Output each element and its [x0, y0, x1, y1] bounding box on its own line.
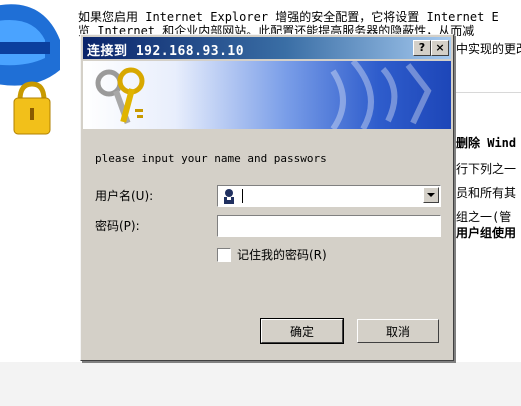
login-dialog: 连接到 192.168.93.10 ? × please input your … [80, 34, 454, 361]
dialog-titlebar[interactable]: 连接到 192.168.93.10 ? × [83, 37, 451, 59]
close-button[interactable]: × [431, 40, 449, 56]
cancel-button[interactable]: 取消 [357, 319, 439, 343]
keys-icon [95, 67, 145, 124]
bg-footer [0, 362, 521, 406]
remember-password-label[interactable]: 记住我的密码(R) [237, 246, 327, 263]
lock-icon [13, 81, 51, 135]
bg-fragment: 员和所有其 [456, 186, 517, 200]
remember-password-checkbox[interactable] [217, 248, 231, 262]
chevron-down-icon[interactable] [423, 187, 439, 203]
login-prompt: please input your name and passwors [95, 152, 327, 165]
bg-fragment: 删除 Wind [456, 136, 517, 150]
text-cursor [242, 189, 243, 203]
dialog-title: 连接到 192.168.93.10 [87, 44, 245, 59]
password-label: 密码(P): [95, 219, 140, 233]
username-combobox[interactable] [217, 185, 441, 207]
user-icon [222, 188, 236, 204]
bg-fragment: 用户组使用 [456, 226, 517, 240]
ok-button[interactable]: 确定 [260, 318, 344, 344]
help-button[interactable]: ? [413, 40, 431, 56]
ie-logo-icon [0, 0, 72, 150]
password-field[interactable] [217, 215, 441, 237]
dialog-banner [83, 61, 451, 129]
bg-fragment: 中实现的更改 [456, 42, 521, 56]
bg-divider [456, 92, 521, 93]
bg-fragment: 组之一(管 [456, 210, 512, 224]
username-label: 用户名(U): [95, 189, 154, 203]
bg-fragment: 行下列之一 [456, 162, 517, 176]
